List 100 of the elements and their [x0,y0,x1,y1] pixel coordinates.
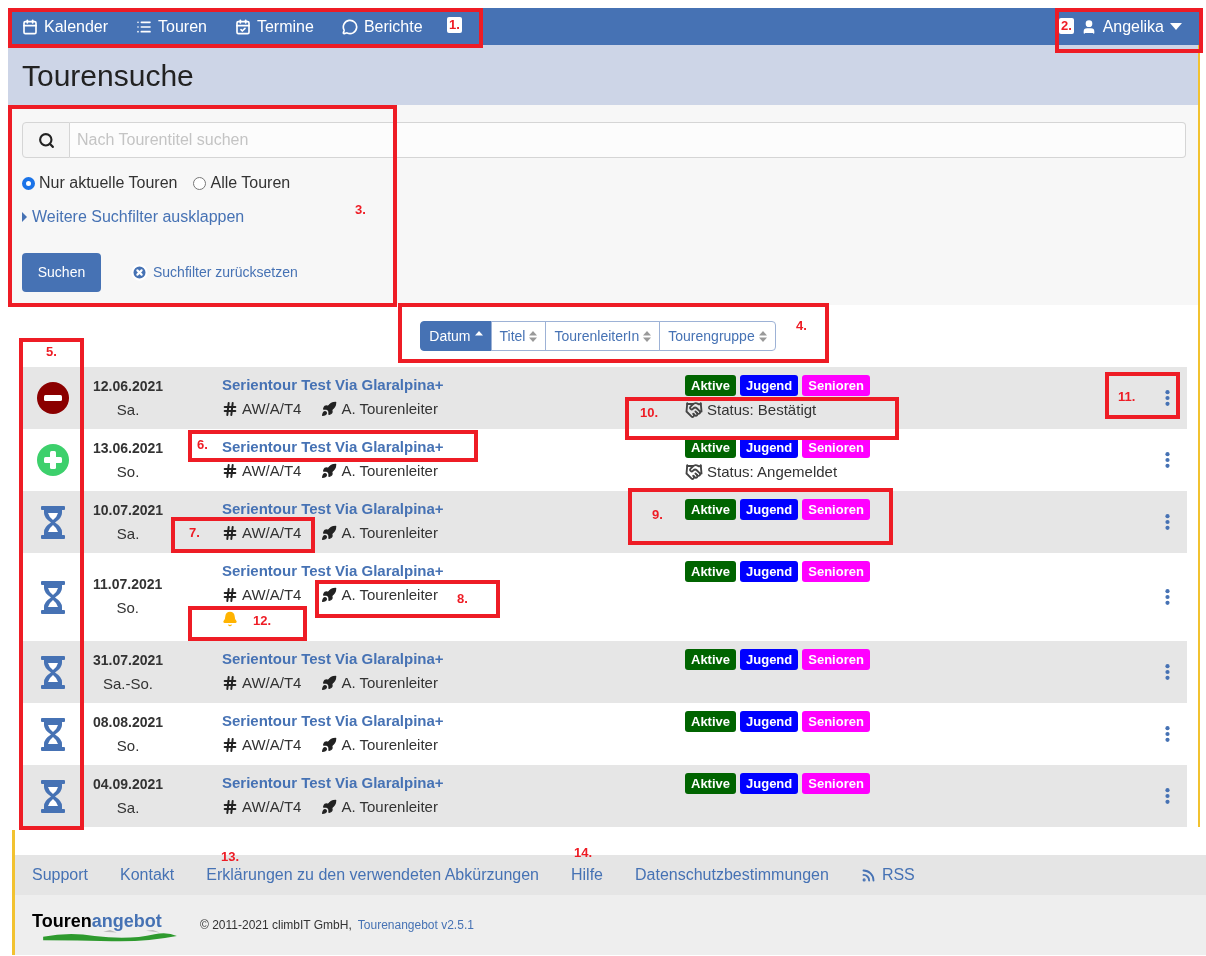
handshake-icon [685,401,703,420]
tour-leader: A. Tourenleiter [341,461,438,481]
sort-icon [529,330,538,342]
tour-weekday: So. [116,737,140,755]
group-tag: Aktive [685,649,737,670]
sort-button[interactable]: Tourengruppe [659,321,776,351]
tour-title-link[interactable]: Serientour Test Via Glaralpina+ [222,437,444,457]
search-icon [37,131,55,149]
hourglass-icon [40,779,65,813]
tour-weekday: Sa. [116,401,140,419]
more-options-button[interactable] [1164,452,1170,468]
rocket-icon [321,737,338,753]
tour-leader: A. Tourenleiter [341,523,438,543]
search-field[interactable]: Nach Tourentitel suchen [70,122,1186,158]
tour-weekday: Sa. [116,525,140,543]
vertical-dots-icon [1164,788,1170,804]
sort-icon [758,330,767,342]
annotation-number: 9. [652,507,663,523]
annotation-number: 6. [197,437,208,453]
vertical-dots-icon [1164,514,1170,530]
site-logo: Tourenangebot [32,908,190,942]
hash-icon [222,675,238,691]
tour-date: 31.07.2021 [93,651,164,669]
hash-icon [222,401,238,417]
annotation-number: 12. [253,613,272,629]
calendar-check-icon [234,18,251,35]
user-menu[interactable]: Angelika [1078,14,1186,39]
tour-leader: A. Tourenleiter [341,797,438,817]
tour-weekday: So. [116,463,140,481]
tour-title-link[interactable]: Serientour Test Via Glaralpina+ [222,375,444,395]
sort-button[interactable]: Datum [420,321,492,351]
rocket-icon [321,675,338,691]
nav-link[interactable]: Termine [234,14,314,39]
tour-title-link[interactable]: Serientour Test Via Glaralpina+ [222,711,444,731]
rocket-icon [321,799,338,815]
sort-button[interactable]: Titel [490,321,547,351]
tour-weekday: So. [116,599,139,617]
hash-icon [222,799,238,815]
radio-option[interactable]: Nur aktuelle Touren [22,171,178,195]
tour-title-link[interactable]: Serientour Test Via Glaralpina+ [222,649,444,669]
group-tag: Jugend [740,375,799,396]
hourglass-icon [40,580,65,614]
footer-link[interactable]: Kontakt [120,863,175,887]
annotation-number: 10. [640,405,659,421]
more-options-button[interactable] [1164,664,1170,680]
caret-icon [1170,23,1182,30]
tour-date: 08.08.2021 [93,713,164,731]
speech-bubble-icon [341,18,358,35]
radio-option[interactable]: Alle Touren [193,171,291,195]
group-tag: Aktive [685,561,737,582]
tour-date: 10.07.2021 [93,501,164,519]
hourglass-icon [40,505,65,539]
footer-link[interactable]: Hilfe [571,863,603,887]
annotation-number: 4. [796,318,807,334]
version-link[interactable]: Tourenangebot v2.5.1 [357,916,474,934]
rocket-icon [321,587,338,603]
reset-filters-link[interactable]: Suchfilter zurücksetzen [131,262,298,283]
vertical-dots-icon [1164,726,1170,742]
registration-status: Status: Bestätigt [707,400,817,420]
nav-link[interactable]: Berichte [341,14,423,39]
more-options-button[interactable] [1164,589,1170,605]
footer-link[interactable]: Support [32,863,89,887]
footer-link[interactable]: RSS [860,863,915,887]
group-tag: Aktive [685,711,737,732]
more-options-button[interactable] [1164,514,1170,530]
expand-filters-link[interactable]: Weitere Suchfilter ausklappen [22,205,245,229]
handshake-icon [685,463,703,482]
hourglass-icon [40,655,65,689]
group-tag: Aktive [685,375,737,396]
rocket-icon [321,401,338,417]
tour-grade: AW/A/T4 [242,797,302,817]
more-options-button[interactable] [1164,726,1170,742]
tour-leader: A. Tourenleiter [341,735,438,755]
sort-button[interactable]: TourenleiterIn [545,321,661,351]
tour-title-link[interactable]: Serientour Test Via Glaralpina+ [222,561,444,581]
tour-date: 04.09.2021 [93,775,164,793]
plus-circle-icon [35,443,70,477]
tour-title-link[interactable]: Serientour Test Via Glaralpina+ [222,499,444,519]
rocket-icon [321,463,338,479]
group-tag: Jugend [740,649,799,670]
rss-icon [860,867,876,883]
search-button[interactable]: Suchen [22,253,101,292]
group-tag: Jugend [740,773,799,794]
tour-date: 13.06.2021 [93,439,164,457]
tour-title-link[interactable]: Serientour Test Via Glaralpina+ [222,773,444,793]
footer-link[interactable]: Datenschutzbestimmungen [635,863,829,887]
annotation-number: 2. [1059,18,1074,34]
tour-grade: AW/A/T4 [242,399,302,419]
vertical-dots-icon [1164,452,1170,468]
more-options-button[interactable] [1164,390,1170,406]
tour-grade: AW/A/T4 [242,673,302,693]
footer-link[interactable]: Erklärungen zu den verwendeten Abkürzungen [206,863,539,887]
rocket-icon [321,525,338,541]
vertical-dots-icon [1164,390,1170,406]
more-options-button[interactable] [1164,788,1170,804]
annotation-number: 7. [189,525,200,541]
caret-right-icon [22,212,27,222]
annotation-number: 5. [46,344,57,360]
nav-link[interactable]: Touren [136,14,207,39]
nav-link[interactable]: Kalender [22,14,109,39]
